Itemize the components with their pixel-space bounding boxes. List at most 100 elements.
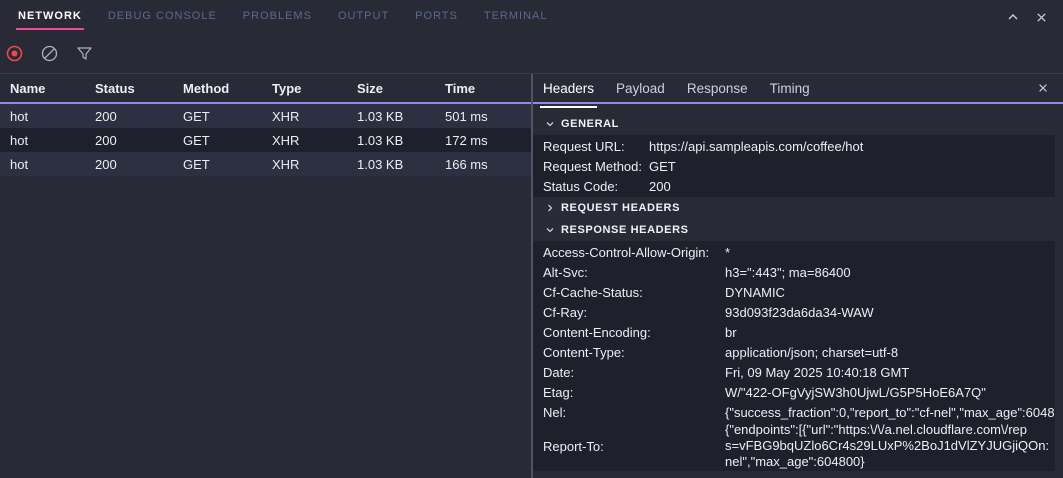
cell-method: GET xyxy=(173,157,262,172)
cell-size: 1.03 KB xyxy=(347,109,435,124)
panel-tab-bar: NETWORK DEBUG CONSOLE PROBLEMS OUTPUT PO… xyxy=(0,0,1063,34)
cell-type: XHR xyxy=(262,157,347,172)
general-row: Request Method: GET xyxy=(533,156,1055,176)
section-response-headers-header[interactable]: RESPONSE HEADERS xyxy=(533,219,1063,241)
column-header-size[interactable]: Size xyxy=(347,81,435,96)
close-icon[interactable] xyxy=(1033,9,1049,25)
response-header-row: Report-To: {"endpoints":[{"url":"https:\… xyxy=(533,422,1055,470)
header-key: Status Code: xyxy=(543,179,649,194)
chevron-up-icon[interactable] xyxy=(1005,9,1021,25)
cell-status: 200 xyxy=(85,109,173,124)
cell-time: 166 ms xyxy=(435,157,531,172)
header-value: {"endpoints":[{"url":"https:\/\/a.nel.cl… xyxy=(725,422,1055,470)
response-header-row: Date: Fri, 09 May 2025 10:40:18 GMT xyxy=(533,362,1055,382)
record-icon[interactable] xyxy=(6,45,23,62)
clear-icon[interactable] xyxy=(41,45,58,62)
panel-window-controls xyxy=(1005,9,1063,25)
cell-type: XHR xyxy=(262,109,347,124)
requests-table: Name Status Method Type Size Time hot 20… xyxy=(0,74,531,478)
general-section-body: Request URL: https://api.sampleapis.com/… xyxy=(533,135,1055,197)
header-value: DYNAMIC xyxy=(725,285,1055,300)
header-key: Etag: xyxy=(543,385,725,400)
header-key: Date: xyxy=(543,365,725,380)
cell-size: 1.03 KB xyxy=(347,157,435,172)
tab-terminal[interactable]: TERMINAL xyxy=(484,6,548,28)
response-header-row: Cf-Ray: 93d093f23da6da34-WAW xyxy=(533,302,1055,322)
column-header-method[interactable]: Method xyxy=(173,81,262,96)
tab-ports[interactable]: PORTS xyxy=(415,6,458,28)
close-details-icon[interactable] xyxy=(1035,80,1051,96)
header-value: application/json; charset=utf-8 xyxy=(725,345,1055,360)
cell-name: hot xyxy=(0,157,85,172)
tab-problems[interactable]: PROBLEMS xyxy=(243,6,312,28)
response-header-row: Alt-Svc: h3=":443"; ma=86400 xyxy=(533,262,1055,282)
tab-response[interactable]: Response xyxy=(687,76,748,101)
column-header-status[interactable]: Status xyxy=(85,81,173,96)
tab-output[interactable]: OUTPUT xyxy=(338,6,389,28)
cell-name: hot xyxy=(0,133,85,148)
network-devtools-panel: NETWORK DEBUG CONSOLE PROBLEMS OUTPUT PO… xyxy=(0,0,1063,478)
header-value: GET xyxy=(649,159,1055,174)
cell-time: 172 ms xyxy=(435,133,531,148)
response-header-row: Access-Control-Allow-Origin: * xyxy=(533,242,1055,262)
header-value: 200 xyxy=(649,179,1055,194)
filter-icon[interactable] xyxy=(76,45,93,62)
cell-status: 200 xyxy=(85,133,173,148)
header-key: Alt-Svc: xyxy=(543,265,725,280)
header-value: Fri, 09 May 2025 10:40:18 GMT xyxy=(725,365,1055,380)
general-row: Request URL: https://api.sampleapis.com/… xyxy=(533,136,1055,156)
header-value: 93d093f23da6da34-WAW xyxy=(725,305,1055,320)
column-header-time[interactable]: Time xyxy=(435,81,531,96)
tab-payload[interactable]: Payload xyxy=(616,76,665,101)
header-key: Report-To: xyxy=(543,439,725,454)
table-row[interactable]: hot 200 GET XHR 1.03 KB 166 ms xyxy=(0,152,531,176)
cell-method: GET xyxy=(173,109,262,124)
details-tab-bar: Headers Payload Response Timing xyxy=(533,74,1063,104)
table-header-row: Name Status Method Type Size Time xyxy=(0,74,531,104)
response-header-row: Content-Type: application/json; charset=… xyxy=(533,342,1055,362)
request-details-pane: Headers Payload Response Timing GENERAL xyxy=(531,74,1063,478)
response-header-row: Content-Encoding: br xyxy=(533,322,1055,342)
cell-status: 200 xyxy=(85,157,173,172)
tab-network[interactable]: NETWORK xyxy=(18,6,82,28)
tab-timing[interactable]: Timing xyxy=(770,76,810,101)
section-title: RESPONSE HEADERS xyxy=(561,224,689,236)
column-header-type[interactable]: Type xyxy=(262,81,347,96)
cell-time: 501 ms xyxy=(435,109,531,124)
section-general-header[interactable]: GENERAL xyxy=(533,113,1063,135)
tab-debug-console[interactable]: DEBUG CONSOLE xyxy=(108,6,217,28)
table-row[interactable]: hot 200 GET XHR 1.03 KB 501 ms xyxy=(0,104,531,128)
response-header-row: Etag: W/"422-OFgVyjSW3h0UjwL/G5P5HoE6A7Q… xyxy=(533,382,1055,402)
header-key: Request Method: xyxy=(543,159,649,174)
header-value: br xyxy=(725,325,1055,340)
header-key: Access-Control-Allow-Origin: xyxy=(543,245,725,260)
general-row: Status Code: 200 xyxy=(533,176,1055,196)
table-row[interactable]: hot 200 GET XHR 1.03 KB 172 ms xyxy=(0,128,531,152)
header-value: * xyxy=(725,245,1055,260)
response-headers-section-body: Access-Control-Allow-Origin: * Alt-Svc: … xyxy=(533,241,1055,471)
header-key: Content-Type: xyxy=(543,345,725,360)
header-value: h3=":443"; ma=86400 xyxy=(725,265,1055,280)
header-value: {"success_fraction":0,"report_to":"cf-ne… xyxy=(725,405,1055,420)
section-title: GENERAL xyxy=(561,118,619,130)
chevron-down-icon xyxy=(545,225,555,235)
tab-headers[interactable]: Headers xyxy=(543,76,594,101)
header-key: Request URL: xyxy=(543,139,649,154)
header-key: Nel: xyxy=(543,405,725,420)
chevron-down-icon xyxy=(545,119,555,129)
column-header-name[interactable]: Name xyxy=(0,81,85,96)
response-header-row: Nel: {"success_fraction":0,"report_to":"… xyxy=(533,402,1055,422)
header-key: Cf-Cache-Status: xyxy=(543,285,725,300)
network-toolbar xyxy=(0,34,1063,74)
cell-size: 1.03 KB xyxy=(347,133,435,148)
header-value: https://api.sampleapis.com/coffee/hot xyxy=(649,139,1055,154)
section-title: REQUEST HEADERS xyxy=(561,202,680,214)
header-key: Cf-Ray: xyxy=(543,305,725,320)
header-key: Content-Encoding: xyxy=(543,325,725,340)
section-request-headers-header[interactable]: REQUEST HEADERS xyxy=(533,197,1063,219)
cell-type: XHR xyxy=(262,133,347,148)
cell-method: GET xyxy=(173,133,262,148)
network-content: Name Status Method Type Size Time hot 20… xyxy=(0,74,1063,478)
cell-name: hot xyxy=(0,109,85,124)
details-body: GENERAL Request URL: https://api.samplea… xyxy=(533,104,1063,478)
